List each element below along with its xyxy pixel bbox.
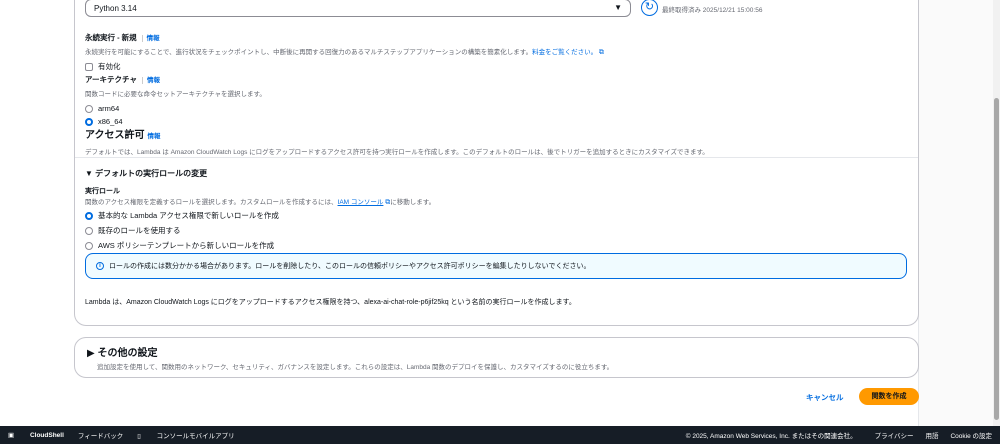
arch-label: アーキテクチャ [85,75,137,84]
terms-link[interactable]: 用語 [925,430,938,440]
arch-desc: 関数コードに必要な命令セットアーキテクチャを選択します。 [85,91,266,98]
expander-label: デフォルトの実行ロールの変更 [95,169,208,178]
option-label: 基本的な Lambda アクセス権限で新しいロールを作成 [98,211,279,220]
runtime-select[interactable]: Python 3.14 ▼ [85,0,631,17]
divider [75,157,918,158]
architecture-section: アーキテクチャ 情報 関数コードに必要な命令セットアーキテクチャを選択します。 a… [85,69,266,126]
option-label: AWS ポリシーテンプレートから新しいロールを作成 [98,241,275,250]
cancel-button[interactable]: キャンセル [800,390,850,405]
radio[interactable] [85,226,93,235]
mobile-label: コンソールモバイルアプリ [156,433,235,440]
permissions-info-link[interactable]: 情報 [148,133,161,140]
other-settings-expander[interactable]: ▶ その他の設定 [87,344,613,359]
iam-console-link[interactable]: IAM コンソール [338,199,384,206]
durable-section: 永続実行 - 新規 情報 永続実行を可能にすることで、進行状況をチェックポイントし… [85,27,604,72]
footer: ▣ CloudShell フィードバック ▯ コンソールモバイルアプリ © 20… [0,426,1000,444]
permissions-title: アクセス許可 [85,130,145,141]
other-settings-section: ▶ その他の設定 追加設定を使用して、関数用のネットワーク、セキュリティ、ガバナ… [87,344,613,371]
create-function-button[interactable]: 関数を作成 [859,388,919,405]
privacy-link[interactable]: プライバシー [875,430,914,440]
role-section: ▼ デフォルトの実行ロールの変更 実行ロール 関数のアクセス権限を定義するロール… [85,168,435,251]
radio[interactable] [85,241,93,250]
feedback-link[interactable]: フィードバック [78,430,123,440]
right-panel [918,0,993,426]
info-alert: i ロールの作成には数分かかる場合があります。ロールを削除したり、このロールの信頼… [85,253,907,279]
role-label: 実行ロール [85,188,120,195]
option-label: 既存のロールを使用する [98,226,181,235]
mobile-icon: ▯ [137,433,143,440]
durable-label: 永続実行 - 新規 [85,33,137,42]
cookie-settings-link[interactable]: Cookie の設定 [950,430,992,440]
radio[interactable] [85,104,93,113]
mobile-app-link[interactable]: ▯ コンソールモバイルアプリ [137,430,248,440]
arch-info-link[interactable]: 情報 [141,77,160,84]
role-option-new-basic[interactable]: 基本的な Lambda アクセス権限で新しいロールを作成 [85,210,435,221]
role-expander[interactable]: ▼ デフォルトの実行ロールの変更 [85,168,435,179]
durable-desc: 永続実行を可能にすることで、進行状況をチェックポイントし、中断後に再開する回復力… [85,49,533,56]
cloudshell-label: CloudShell [29,432,64,439]
info-icon: i [96,262,104,270]
alert-text: ロールの作成には数分かかる場合があります。ロールを削除したり、このロールの信頼ポ… [109,263,591,270]
pricing-link[interactable]: 料金をご覧ください。 [532,49,597,56]
role-summary: Lambda は、Amazon CloudWatch Logs にログをアップロ… [85,299,576,306]
runtime-value: Python 3.14 [94,4,137,13]
role-desc-end: に移動します。 [390,199,436,206]
role-option-existing[interactable]: 既存のロールを使用する [85,225,435,236]
scrollbar-thumb[interactable] [994,98,999,420]
other-settings-desc: 追加設定を使用して、関数用のネットワーク、セキュリティ、ガバナンスを設定します。… [97,364,614,371]
radio-selected[interactable] [85,211,93,220]
durable-info-link[interactable]: 情報 [141,35,160,42]
scrollbar[interactable] [993,0,1000,426]
last-fetched: 最終取得済み 2025/12/21 15:00:56 [662,7,763,14]
terminal-icon: ▣ [8,432,16,439]
permissions-section: アクセス許可 情報 デフォルトでは、Lambda は Amazon CloudWa… [85,125,709,156]
cloudshell-link[interactable]: ▣ CloudShell [8,431,64,439]
role-desc: 関数のアクセス権限を定義するロールを選択します。カスタムロールを作成するには、 [85,199,338,206]
caret-down-icon: ▼ [614,3,622,12]
role-option-template[interactable]: AWS ポリシーテンプレートから新しいロールを作成 [85,240,435,251]
copyright: © 2025, Amazon Web Services, Inc. またはその関… [685,433,857,440]
arch-option-arm64[interactable]: arm64 [85,104,266,113]
permissions-desc: デフォルトでは、Lambda は Amazon CloudWatch Logs … [85,149,709,156]
external-link-icon: ⧉ [598,49,604,56]
option-label: arm64 [98,104,120,113]
other-settings-title: その他の設定 [97,348,158,359]
